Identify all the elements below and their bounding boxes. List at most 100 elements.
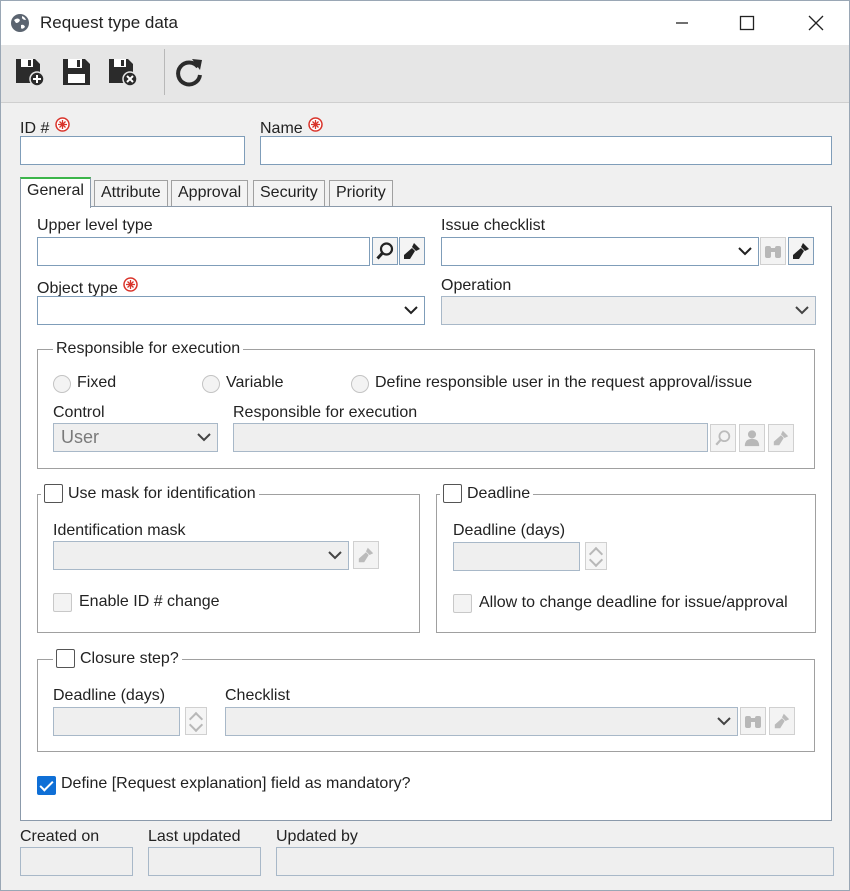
save-and-close-button[interactable] — [105, 54, 141, 90]
allow-change-deadline-label: Allow to change deadline for issue/appro… — [479, 594, 788, 611]
closure-step-label: Closure step? — [80, 649, 179, 667]
eraser-brush-icon — [773, 430, 789, 446]
deadline-days-stepper[interactable] — [585, 542, 607, 570]
closure-deadline-stepper[interactable] — [185, 707, 207, 735]
chevron-down-icon — [717, 717, 731, 726]
refresh-icon — [176, 59, 202, 87]
responsible-user-button[interactable] — [739, 424, 765, 452]
title-bar: Request type data — [1, 1, 849, 45]
request-type-window: Request type data ID # Name General Attr… — [0, 0, 850, 891]
id-input[interactable] — [20, 136, 245, 165]
updated-by-field — [276, 847, 834, 876]
tab-priority[interactable]: Priority — [329, 180, 393, 207]
eraser-brush-icon — [793, 243, 809, 259]
minimize-button[interactable] — [665, 7, 699, 39]
maximize-icon — [739, 15, 755, 31]
object-type-select[interactable] — [37, 296, 425, 325]
deadline-days-input[interactable] — [453, 542, 580, 571]
upper-level-type-input[interactable] — [37, 237, 370, 266]
tab-general[interactable]: General — [20, 177, 91, 208]
binoculars-icon — [765, 246, 781, 258]
name-label-text: Name — [260, 120, 303, 137]
binoculars-icon — [745, 716, 761, 728]
search-button[interactable] — [372, 237, 398, 265]
view-checklist-button[interactable] — [760, 237, 786, 265]
deadline-group-title: Deadline — [440, 484, 534, 503]
deadline-label: Deadline — [467, 484, 531, 502]
chevron-down-icon — [197, 433, 211, 442]
globe-icon — [11, 14, 29, 32]
radio-define-responsible[interactable] — [351, 375, 369, 393]
save-and-close-icon — [109, 59, 138, 87]
chevron-down-icon — [404, 306, 418, 315]
minimize-icon — [676, 22, 688, 24]
close-icon — [808, 15, 824, 31]
tab-approval[interactable]: Approval — [171, 180, 249, 207]
use-mask-checkbox[interactable] — [44, 484, 63, 503]
closure-clear-button[interactable] — [769, 707, 795, 735]
refresh-button[interactable] — [171, 54, 207, 90]
save-and-new-icon — [16, 59, 45, 87]
closure-group — [37, 659, 815, 752]
mandatory-explanation-label: Define [Request explanation] field as ma… — [61, 775, 411, 792]
closure-view-checklist-button[interactable] — [740, 707, 766, 735]
object-type-label-text: Object type — [37, 280, 118, 297]
allow-change-deadline-checkbox[interactable] — [453, 594, 472, 613]
eraser-brush-icon — [358, 547, 374, 563]
chevron-down-icon — [795, 306, 809, 315]
eraser-brush-icon — [774, 713, 790, 729]
issue-checklist-select[interactable] — [441, 237, 759, 266]
user-icon — [744, 430, 760, 447]
closure-checklist-select[interactable] — [225, 707, 738, 736]
use-mask-label: Use mask for identification — [68, 484, 256, 502]
save-and-new-button[interactable] — [12, 54, 48, 90]
closure-deadline-label: Deadline (days) — [53, 687, 166, 704]
required-icon — [308, 117, 323, 132]
tab-attribute[interactable]: Attribute — [94, 180, 168, 207]
enable-id-change-checkbox[interactable] — [53, 593, 72, 612]
eraser-brush-icon — [404, 243, 420, 259]
search-icon — [715, 430, 731, 446]
control-select[interactable]: User — [53, 423, 218, 452]
created-on-label: Created on — [20, 828, 100, 845]
name-label: Name — [260, 117, 323, 138]
save-icon — [63, 59, 90, 85]
name-input[interactable] — [260, 136, 832, 165]
control-value: User — [61, 427, 100, 447]
radio-fixed-label: Fixed — [77, 374, 117, 391]
updated-by-label: Updated by — [276, 828, 358, 845]
closure-group-title: Closure step? — [53, 649, 182, 668]
save-button[interactable] — [59, 54, 95, 90]
radio-variable[interactable] — [202, 375, 220, 393]
responsible-input[interactable] — [233, 423, 708, 452]
radio-variable-label: Variable — [226, 374, 284, 391]
issue-checklist-label: Issue checklist — [441, 217, 546, 234]
maximize-button[interactable] — [730, 7, 764, 39]
tab-security[interactable]: Security — [253, 180, 325, 207]
window-title: Request type data — [40, 13, 178, 32]
responsible-search-button[interactable] — [710, 424, 736, 452]
responsible-label: Responsible for execution — [233, 404, 418, 421]
identification-mask-select[interactable] — [53, 541, 349, 570]
chevron-down-icon — [328, 551, 342, 560]
close-button[interactable] — [799, 7, 833, 39]
last-updated-label: Last updated — [148, 828, 241, 845]
radio-define-responsible-label: Define responsible user in the request a… — [375, 374, 753, 391]
required-icon — [55, 117, 70, 132]
responsible-clear-button[interactable] — [768, 424, 794, 452]
required-icon — [123, 277, 139, 292]
deadline-checkbox[interactable] — [443, 484, 462, 503]
chevron-down-icon — [738, 247, 752, 256]
closure-checklist-label: Checklist — [225, 687, 290, 704]
mandatory-explanation-checkbox[interactable] — [37, 776, 56, 795]
control-label: Control — [53, 404, 105, 421]
deadline-days-label: Deadline (days) — [453, 522, 566, 539]
closure-deadline-input[interactable] — [53, 707, 180, 736]
radio-fixed[interactable] — [53, 375, 71, 393]
operation-select[interactable] — [441, 296, 816, 325]
clear-upper-level-button[interactable] — [399, 237, 425, 265]
responsible-group-title: Responsible for execution — [53, 340, 244, 358]
closure-step-checkbox[interactable] — [56, 649, 75, 668]
clear-checklist-button[interactable] — [788, 237, 814, 265]
mask-clear-button[interactable] — [353, 541, 379, 569]
